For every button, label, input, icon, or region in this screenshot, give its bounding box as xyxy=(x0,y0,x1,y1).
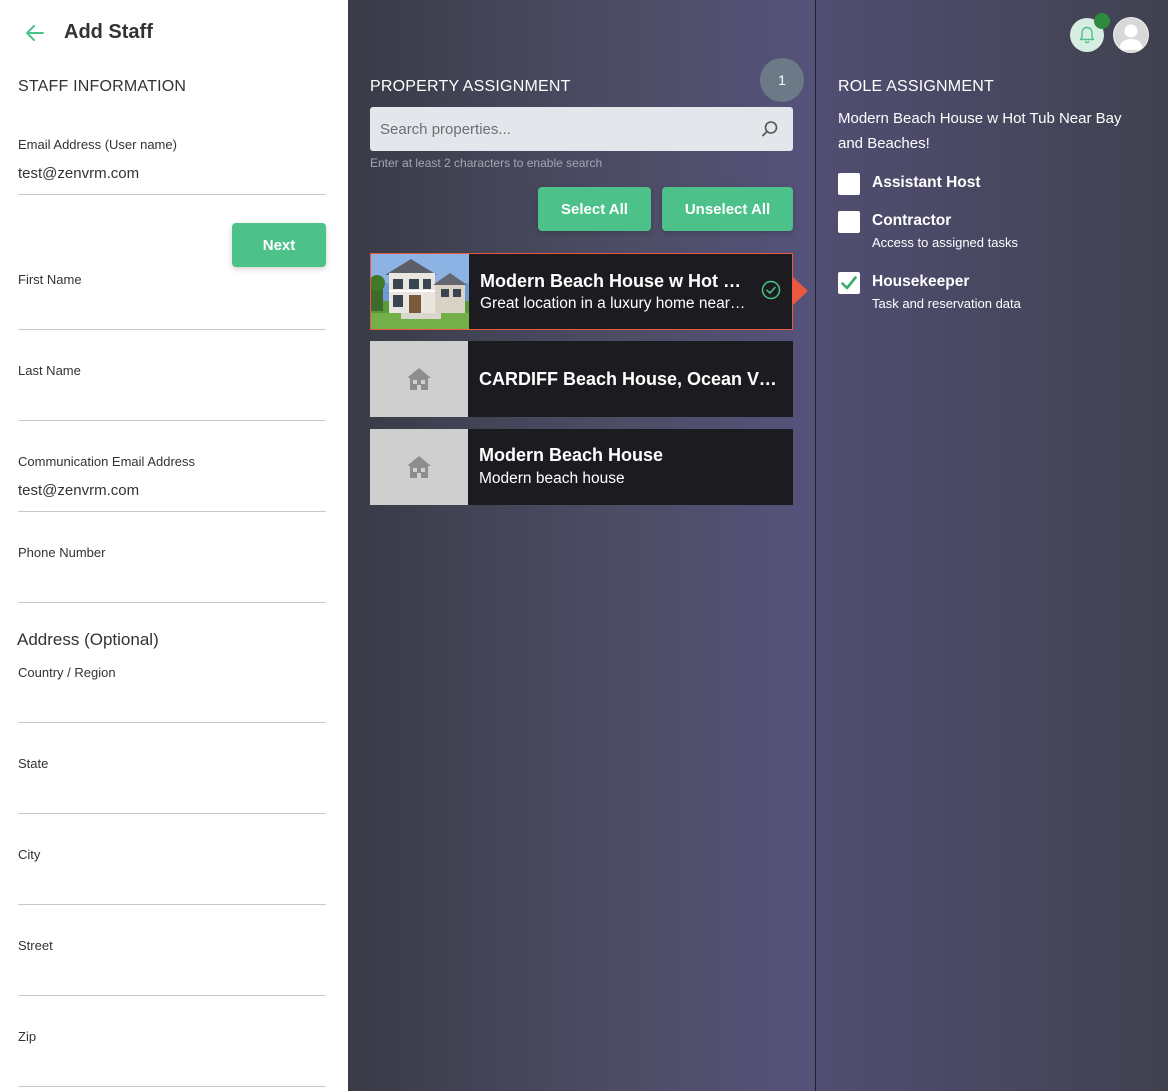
house-photo xyxy=(371,254,469,329)
last-name-value[interactable] xyxy=(18,391,326,409)
role-name: Assistant Host xyxy=(872,174,981,191)
last-name-field[interactable]: Last Name xyxy=(18,363,326,421)
role-checkbox-checked[interactable] xyxy=(838,272,860,294)
house-icon xyxy=(407,368,431,390)
property-search[interactable] xyxy=(370,107,793,151)
city-label: City xyxy=(18,847,41,862)
property-card[interactable]: Modern Beach House w Hot Tub Near Bay an… xyxy=(370,253,793,330)
property-photo xyxy=(371,254,469,329)
state-label: State xyxy=(18,756,49,771)
country-value[interactable] xyxy=(18,693,326,711)
selected-arrow-indicator xyxy=(793,277,808,305)
next-button[interactable]: Next xyxy=(232,223,326,267)
communication-email-field[interactable]: Communication Email Address test@zenvrm.… xyxy=(18,454,326,512)
country-field[interactable]: Country / Region xyxy=(18,665,326,723)
city-value[interactable] xyxy=(18,875,326,893)
select-all-button[interactable]: Select All xyxy=(538,187,651,231)
property-card[interactable]: CARDIFF Beach House, Ocean View xyxy=(370,341,793,417)
email-field[interactable]: Email Address (User name) test@zenvrm.co… xyxy=(18,137,326,195)
property-title: CARDIFF Beach House, Ocean View xyxy=(479,369,779,389)
search-input[interactable] xyxy=(370,107,740,151)
zip-value[interactable] xyxy=(18,1057,326,1075)
check-circle-icon xyxy=(761,280,781,300)
property-subtitle: Modern beach house xyxy=(479,470,625,487)
city-field[interactable]: City xyxy=(18,847,326,905)
page-title: Add Staff xyxy=(64,21,153,43)
search-icon[interactable] xyxy=(761,120,779,138)
staff-form-panel: Add Staff STAFF INFORMATION Email Addres… xyxy=(0,0,348,1091)
selected-count-badge: 1 xyxy=(760,58,804,102)
email-value[interactable]: test@zenvrm.com xyxy=(18,165,326,183)
property-placeholder-image xyxy=(370,341,468,417)
staff-information-title: STAFF INFORMATION xyxy=(18,78,187,95)
bell-icon xyxy=(1079,26,1095,44)
communication-email-label: Communication Email Address xyxy=(18,454,196,469)
role-checkbox[interactable] xyxy=(838,211,860,233)
notification-status-dot xyxy=(1094,13,1110,29)
zip-label: Zip xyxy=(18,1029,37,1044)
communication-email-value[interactable]: test@zenvrm.com xyxy=(18,482,326,500)
phone-number-field[interactable]: Phone Number xyxy=(18,545,326,603)
property-placeholder-image xyxy=(370,429,468,505)
unselect-all-button[interactable]: Unselect All xyxy=(662,187,793,231)
arrow-left-icon[interactable] xyxy=(24,22,46,44)
email-label: Email Address (User name) xyxy=(18,137,177,152)
property-assignment-panel: PROPERTY ASSIGNMENT 1 Enter at least 2 c… xyxy=(348,0,815,1091)
phone-number-value[interactable] xyxy=(18,573,326,591)
house-icon xyxy=(407,456,431,478)
role-description: Task and reservation data xyxy=(872,296,1021,311)
street-value[interactable] xyxy=(18,966,326,984)
first-name-value[interactable] xyxy=(18,300,326,318)
first-name-field[interactable]: First Name xyxy=(18,272,326,330)
property-card[interactable]: Modern Beach House Modern beach house xyxy=(370,429,793,505)
street-field[interactable]: Street xyxy=(18,938,326,996)
state-value[interactable] xyxy=(18,784,326,802)
phone-number-label: Phone Number xyxy=(18,545,106,560)
role-name: Contractor xyxy=(872,212,952,229)
role-name: Housekeeper xyxy=(872,273,970,290)
address-title: Address (Optional) xyxy=(17,630,159,649)
avatar[interactable] xyxy=(1113,17,1149,53)
first-name-label: First Name xyxy=(18,272,82,287)
country-label: Country / Region xyxy=(18,665,116,680)
role-assignment-panel: ROLE ASSIGNMENT Modern Beach House w Hot… xyxy=(815,0,1168,1091)
state-field[interactable]: State xyxy=(18,756,326,814)
avatar-icon xyxy=(1119,24,1143,50)
role-assignment-title: ROLE ASSIGNMENT xyxy=(838,78,994,95)
zip-field[interactable]: Zip xyxy=(18,1029,326,1087)
selected-property-name: Modern Beach House w Hot Tub Near Bay an… xyxy=(838,110,1122,152)
property-title: Modern Beach House xyxy=(479,445,664,465)
role-checkbox[interactable] xyxy=(838,173,860,195)
property-title: Modern Beach House w Hot Tub Near Bay an… xyxy=(480,271,750,291)
search-hint: Enter at least 2 characters to enable se… xyxy=(370,156,603,170)
property-subtitle: Great location in a luxury home near the… xyxy=(480,295,748,312)
property-assignment-title: PROPERTY ASSIGNMENT xyxy=(370,78,571,95)
street-label: Street xyxy=(18,938,53,953)
role-description: Access to assigned tasks xyxy=(872,235,1018,250)
checkmark-icon xyxy=(841,276,857,290)
last-name-label: Last Name xyxy=(18,363,81,378)
